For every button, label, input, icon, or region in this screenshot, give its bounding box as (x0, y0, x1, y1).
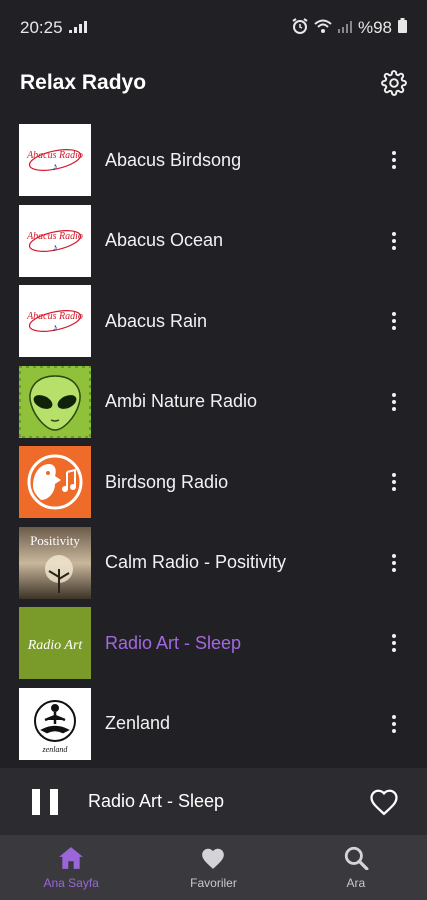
svg-text:♪: ♪ (52, 161, 58, 173)
radio-art-logo: Radio Art (19, 607, 91, 680)
station-item[interactable]: zenland Zenland (0, 684, 427, 765)
station-name: Birdsong Radio (105, 471, 229, 492)
station-item[interactable]: Birdsong Radio (0, 442, 427, 523)
nav-favorites[interactable]: Favoriler (142, 835, 284, 900)
home-icon (59, 846, 84, 869)
svg-text:♪: ♪ (52, 242, 58, 254)
more-options-button[interactable] (382, 467, 406, 497)
station-item[interactable]: Abacus Radio ♪ Abacus Rain (0, 281, 427, 362)
more-options-button[interactable] (382, 628, 406, 658)
station-name: Abacus Birdsong (105, 149, 242, 170)
logo-text: Positivity (30, 533, 80, 548)
station-item[interactable]: Positivity Calm Radio - Positivity (0, 523, 427, 604)
nav-search[interactable]: Ara (285, 835, 427, 900)
pause-icon (32, 788, 40, 815)
signal-icon (337, 18, 352, 38)
station-list: Abacus Radio ♪ Abacus Birdsong Abacus Rad… (0, 120, 427, 764)
svg-text:♪: ♪ (52, 322, 58, 334)
favorite-button[interactable] (369, 788, 399, 816)
station-name: Abacus Ocean (105, 230, 224, 251)
wifi-icon (314, 18, 332, 38)
settings-button[interactable] (379, 68, 409, 98)
birdsong-logo (19, 446, 91, 519)
battery-level: %98 (357, 18, 392, 37)
alien-logo (19, 365, 91, 438)
positivity-logo: Positivity (19, 526, 91, 599)
search-icon (344, 846, 369, 870)
app-header: Relax Radyo (0, 56, 427, 110)
more-options-button[interactable] (382, 226, 406, 256)
more-options-button[interactable] (382, 145, 406, 175)
logo-text: zenland (42, 745, 69, 754)
status-bar: 20:25 %98 (0, 0, 427, 56)
app-title: Relax Radyo (20, 71, 147, 94)
heart-outline-icon (370, 789, 398, 815)
zenland-logo: zenland (19, 687, 91, 760)
station-item[interactable]: Radio Art Radio Art - Sleep (0, 603, 427, 684)
logo-text: Abacus Radio (26, 231, 83, 242)
player-bar: Radio Art - Sleep (0, 768, 427, 835)
logo-text: Abacus Radio (26, 150, 83, 161)
logo-text: Abacus Radio (26, 311, 83, 322)
logo-text: Radio Art (27, 638, 84, 653)
gear-icon (381, 70, 407, 96)
more-options-button[interactable] (382, 548, 406, 578)
more-options-button[interactable] (382, 306, 406, 336)
heart-icon (202, 848, 225, 869)
station-name: Radio Art - Sleep (105, 632, 242, 653)
station-item[interactable]: Abacus Radio ♪ Abacus Birdsong (0, 120, 427, 201)
nav-favorites-label: Favoriler (190, 875, 237, 890)
more-options-button[interactable] (382, 387, 406, 417)
now-playing-title: Radio Art - Sleep (88, 791, 225, 811)
bottom-nav: Ana Sayfa Favoriler Ara (0, 835, 427, 900)
station-item[interactable]: Abacus Radio ♪ Abacus Ocean (0, 201, 427, 282)
abacus-radio-logo: Abacus Radio ♪ (19, 285, 91, 358)
nav-home[interactable]: Ana Sayfa (0, 835, 142, 900)
station-name: Calm Radio - Positivity (105, 552, 287, 573)
station-item[interactable]: Ambi Nature Radio (0, 362, 427, 443)
more-options-button[interactable] (382, 709, 406, 739)
signal-icon (68, 18, 87, 38)
abacus-radio-logo: Abacus Radio ♪ (19, 204, 91, 277)
nav-search-label: Ara (346, 875, 366, 890)
nav-home-label: Ana Sayfa (43, 875, 99, 890)
station-name: Ambi Nature Radio (105, 391, 258, 412)
abacus-radio-logo: Abacus Radio ♪ (19, 124, 91, 197)
status-time: 20:25 (20, 18, 63, 37)
station-name: Abacus Rain (105, 310, 208, 331)
battery-icon (398, 18, 407, 38)
pause-button[interactable] (32, 788, 58, 815)
station-name: Zenland (105, 713, 171, 734)
alarm-icon (292, 17, 308, 39)
